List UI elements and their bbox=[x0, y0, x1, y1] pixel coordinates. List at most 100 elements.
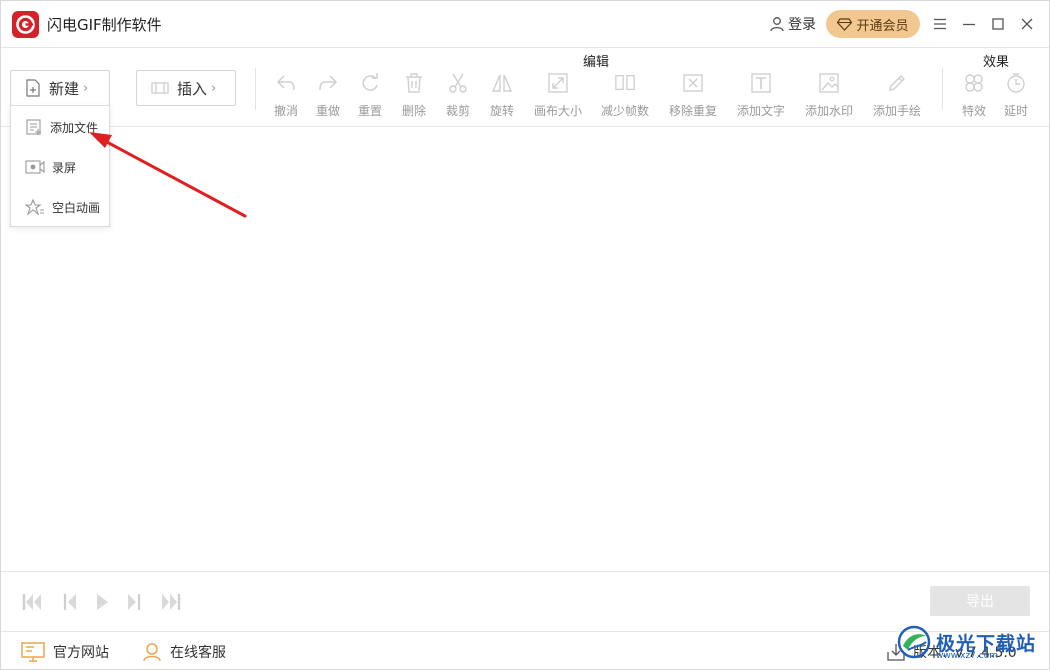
watermark-sub: www.xz7.com bbox=[936, 651, 998, 661]
insert-icon bbox=[151, 82, 169, 94]
minimize-icon bbox=[963, 23, 975, 26]
title-bar: 闪电GIF制作软件 登录 开通会员 bbox=[1, 1, 1049, 47]
insert-label: 插入 bbox=[177, 79, 208, 98]
next-icon bbox=[128, 594, 141, 610]
menu-item-label: 录屏 bbox=[52, 160, 77, 175]
close-button[interactable] bbox=[1016, 13, 1038, 35]
frames-icon bbox=[614, 72, 636, 94]
site-watermark: 极光下载站 www.xz7.com bbox=[896, 616, 1046, 668]
effects-label: 特效 bbox=[962, 104, 987, 118]
toolbar-divider bbox=[942, 68, 943, 110]
reset-tool[interactable]: 重置 bbox=[358, 72, 382, 119]
menu-button[interactable] bbox=[929, 13, 951, 35]
prev-icon bbox=[63, 594, 76, 610]
new-file-icon bbox=[26, 79, 40, 97]
canvas-size-tool[interactable]: 画布大小 bbox=[534, 72, 582, 119]
add-text-label: 添加文字 bbox=[737, 104, 786, 118]
status-bar: 官方网站 在线客服 版本：v 7.4.5.0 bbox=[1, 631, 1049, 669]
effects-icon bbox=[963, 72, 985, 94]
flip-icon bbox=[491, 72, 513, 94]
undo-icon bbox=[275, 72, 297, 94]
official-website-link[interactable]: 官方网站 bbox=[21, 642, 109, 662]
play-button[interactable] bbox=[89, 590, 115, 614]
redo-label: 重做 bbox=[316, 104, 341, 118]
app-logo-icon bbox=[12, 11, 39, 38]
text-icon bbox=[750, 72, 772, 94]
blank-animation-icon bbox=[25, 198, 44, 216]
maximize-button[interactable] bbox=[987, 13, 1009, 35]
reduce-frames-tool[interactable]: 减少帧数 bbox=[601, 72, 649, 119]
edit-group-label: 编辑 bbox=[583, 55, 610, 70]
add-watermark-label: 添加水印 bbox=[805, 104, 854, 118]
vip-label: 开通会员 bbox=[856, 18, 909, 34]
menu-item-label: 添加文件 bbox=[50, 120, 99, 135]
add-watermark-tool[interactable]: 添加水印 bbox=[805, 72, 853, 119]
reduce-frames-label: 减少帧数 bbox=[601, 104, 650, 118]
remove-duplicates-label: 移除重复 bbox=[669, 104, 718, 118]
play-icon bbox=[97, 594, 108, 610]
delete-tool[interactable]: 删除 bbox=[402, 72, 426, 119]
effect-group-label: 效果 bbox=[983, 55, 1010, 70]
redo-icon bbox=[317, 72, 339, 94]
canvas-size-label: 画布大小 bbox=[534, 104, 583, 118]
remove-duplicates-tool[interactable]: 移除重复 bbox=[669, 72, 717, 119]
scissors-icon bbox=[447, 72, 469, 94]
skip-last-icon bbox=[162, 594, 181, 610]
export-button[interactable]: 导出 bbox=[930, 586, 1030, 616]
last-frame-button[interactable] bbox=[158, 590, 184, 614]
redo-tool[interactable]: 重做 bbox=[316, 72, 340, 119]
login-button[interactable]: 登录 bbox=[769, 13, 816, 35]
online-support-link[interactable]: 在线客服 bbox=[142, 642, 226, 662]
hamburger-menu-icon bbox=[934, 18, 946, 30]
new-dropdown-menu: 添加文件 录屏 空白动画 bbox=[10, 105, 110, 227]
undo-label: 撤消 bbox=[274, 104, 299, 118]
toolbar-divider bbox=[255, 68, 256, 110]
pencil-icon bbox=[886, 72, 908, 94]
chevron-right-icon: › bbox=[83, 80, 89, 96]
chevron-right-icon: › bbox=[211, 80, 217, 96]
diamond-icon bbox=[837, 17, 853, 31]
prev-frame-button[interactable] bbox=[57, 590, 83, 614]
playback-bar: 导出 bbox=[1, 571, 1049, 631]
login-label: 登录 bbox=[788, 17, 816, 33]
insert-button[interactable]: 插入 › bbox=[136, 70, 236, 106]
delay-tool[interactable]: 延时 bbox=[1004, 72, 1028, 119]
add-file-icon bbox=[26, 119, 41, 135]
main-toolbar: 编辑 效果 新建 › 插入 › 撤消 重做 重置 删除 裁剪 旋转 画布大小 减… bbox=[1, 47, 1049, 127]
menu-item-label: 空白动画 bbox=[52, 200, 101, 215]
watermark-icon bbox=[818, 72, 840, 94]
crop-tool[interactable]: 裁剪 bbox=[446, 72, 470, 119]
minimize-button[interactable] bbox=[958, 13, 980, 35]
delete-label: 删除 bbox=[402, 104, 427, 118]
rotate-tool[interactable]: 旋转 bbox=[490, 72, 514, 119]
reset-label: 重置 bbox=[358, 104, 383, 118]
support-label: 在线客服 bbox=[170, 645, 226, 661]
menu-item-blank-animation[interactable]: 空白动画 bbox=[11, 192, 109, 222]
reset-icon bbox=[359, 72, 381, 94]
timer-icon bbox=[1005, 72, 1027, 94]
remove-frame-icon bbox=[682, 72, 704, 94]
app-window: 闪电GIF制作软件 登录 开通会员 编辑 效果 新建 › 插入 › 撤消 重做 … bbox=[0, 0, 1050, 670]
add-drawing-label: 添加手绘 bbox=[873, 104, 922, 118]
rotate-label: 旋转 bbox=[490, 104, 515, 118]
trash-icon bbox=[403, 72, 425, 94]
menu-item-record-screen[interactable]: 录屏 bbox=[11, 152, 109, 182]
add-text-tool[interactable]: 添加文字 bbox=[737, 72, 785, 119]
undo-tool[interactable]: 撤消 bbox=[274, 72, 298, 119]
add-drawing-tool[interactable]: 添加手绘 bbox=[873, 72, 921, 119]
website-label: 官方网站 bbox=[53, 645, 109, 661]
close-icon bbox=[1021, 18, 1033, 30]
app-title: 闪电GIF制作软件 bbox=[47, 16, 162, 34]
record-screen-icon bbox=[25, 160, 45, 174]
next-frame-button[interactable] bbox=[121, 590, 147, 614]
support-agent-icon bbox=[143, 643, 161, 662]
resize-icon bbox=[547, 72, 569, 94]
menu-item-add-file[interactable]: 添加文件 bbox=[11, 112, 109, 142]
effects-tool[interactable]: 特效 bbox=[962, 72, 986, 119]
new-label: 新建 bbox=[49, 79, 80, 98]
new-button[interactable]: 新建 › bbox=[10, 70, 110, 106]
first-frame-button[interactable] bbox=[19, 590, 45, 614]
vip-button[interactable]: 开通会员 bbox=[826, 10, 920, 38]
workspace bbox=[1, 127, 1049, 571]
skip-first-icon bbox=[22, 594, 41, 610]
